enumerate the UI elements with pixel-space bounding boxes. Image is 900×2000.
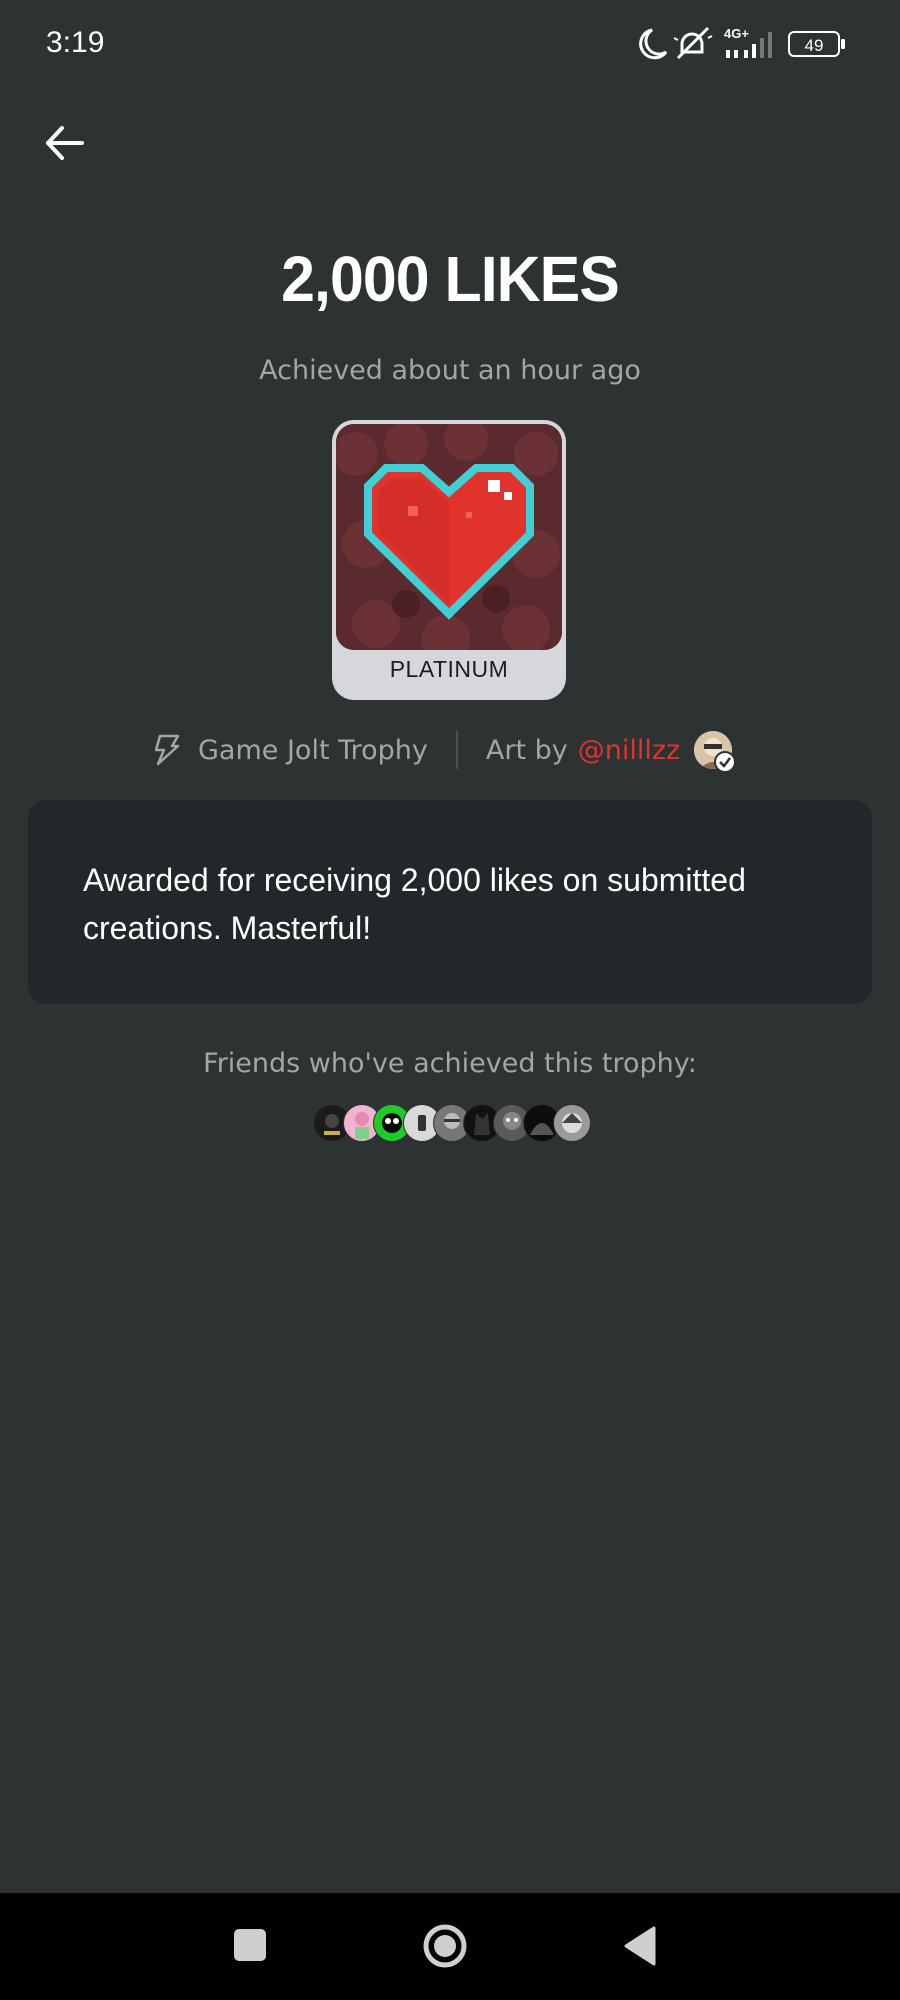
verified-badge-icon xyxy=(714,751,737,773)
achieved-time: Achieved about an hour ago xyxy=(259,355,641,386)
status-time: 3:19 xyxy=(46,26,105,59)
pixel-heart-icon xyxy=(336,424,562,650)
trophy-page: 3:19 4G+ 49 2,000 LIKES Achieved about a… xyxy=(0,0,900,2000)
description-card: Awarded for receiving 2,000 likes on sub… xyxy=(28,800,872,1004)
art-by-label: Art by xyxy=(485,734,568,766)
friend-avatar[interactable] xyxy=(553,1104,591,1142)
meta-divider xyxy=(455,731,458,769)
muted-bell-icon xyxy=(673,26,713,60)
recents-square-icon[interactable] xyxy=(234,1929,266,1961)
trophy-card[interactable]: PLATINUM xyxy=(332,420,566,700)
moon-icon xyxy=(639,28,668,60)
back-triangle-icon[interactable] xyxy=(622,1925,658,1967)
battery-level: 49 xyxy=(805,36,824,55)
trophy-description: Awarded for receiving 2,000 likes on sub… xyxy=(83,862,746,946)
trophy-meta-row: Game Jolt Trophy Art by @nilllzz xyxy=(0,728,900,773)
artist-link[interactable]: @nilllzz xyxy=(578,735,680,766)
artist-avatar[interactable] xyxy=(694,731,737,773)
signal-icon: 4G+ xyxy=(724,26,772,58)
home-circle-icon[interactable] xyxy=(422,1923,468,1969)
trophy-title: 2,000 LIKES xyxy=(281,243,620,315)
back-button[interactable] xyxy=(40,118,90,168)
system-nav-bar xyxy=(0,1893,900,2000)
status-bar: 3:19 4G+ 49 xyxy=(0,0,900,90)
battery-icon: 49 xyxy=(788,31,845,57)
friends-avatars[interactable] xyxy=(313,1104,591,1142)
network-type: 4G+ xyxy=(724,26,749,41)
trophy-image xyxy=(336,424,562,650)
status-icons: 4G+ 49 xyxy=(639,26,845,60)
bolt-icon xyxy=(154,734,180,766)
friends-label: Friends who've achieved this trophy: xyxy=(203,1048,697,1079)
trophy-meta: Game Jolt Trophy Art by @nilllzz xyxy=(150,728,737,773)
arrow-left-icon xyxy=(46,126,84,160)
trophy-tier: PLATINUM xyxy=(389,656,509,682)
trophy-source: Game Jolt Trophy xyxy=(198,734,428,766)
